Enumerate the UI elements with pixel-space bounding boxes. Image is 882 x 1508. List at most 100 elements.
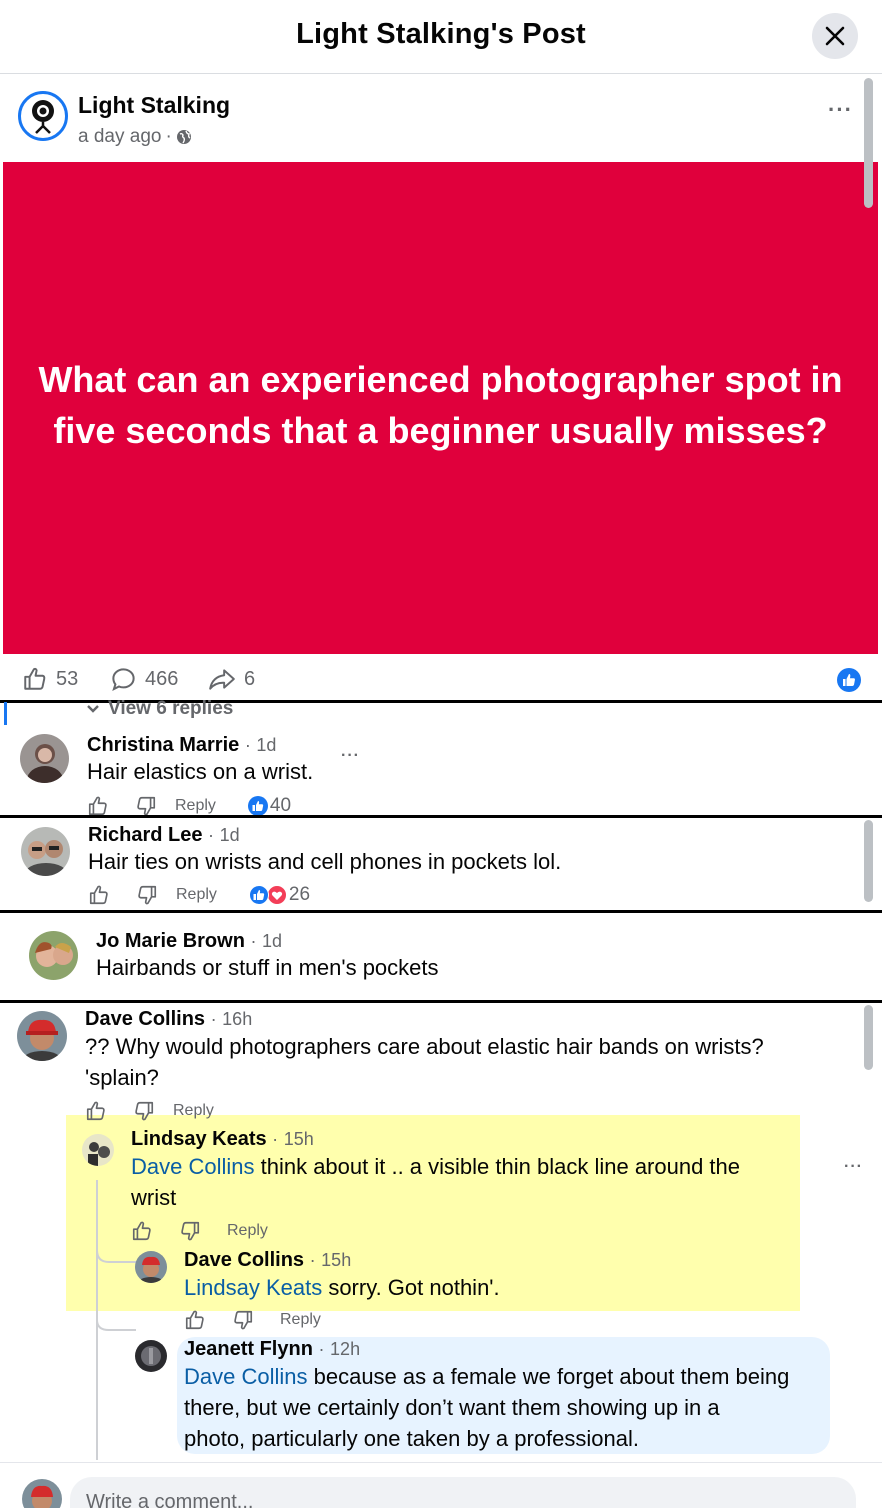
mention-link[interactable]: Dave Collins <box>184 1364 308 1389</box>
comment-time[interactable]: 1d <box>220 825 240 845</box>
reply-button[interactable]: Reply <box>175 797 216 815</box>
comment-text: Hair elastics on a wrist. <box>87 759 314 784</box>
dislike-icon[interactable] <box>136 884 158 906</box>
dislike-icon[interactable] <box>179 1220 201 1242</box>
comment-time[interactable]: 15h <box>284 1129 314 1149</box>
like-icon[interactable] <box>131 1220 153 1242</box>
avatar[interactable] <box>29 931 78 980</box>
comment-composer: Write a comment... <box>0 1462 882 1508</box>
dislike-icon[interactable] <box>135 795 157 815</box>
avatar[interactable] <box>17 1011 67 1061</box>
avatar[interactable] <box>135 1251 167 1283</box>
separator-dot: · <box>244 735 251 755</box>
comment-author-name[interactable]: Jeanett Flynn <box>184 1338 313 1360</box>
comment-text-line: there, but we certainly don’t want them … <box>184 1395 720 1420</box>
like-stat[interactable]: 53 <box>22 666 78 692</box>
comment-time[interactable]: 1d <box>262 931 282 951</box>
comment-author: Lindsay Keats · 15h <box>131 1128 314 1151</box>
comment-stat[interactable]: 466 <box>110 666 178 693</box>
comment-text: Lindsay Keats sorry. Got nothin'. <box>184 1272 500 1303</box>
comment-more-options-button[interactable]: ··· <box>341 747 360 765</box>
post-stats-bar: 53 466 6 <box>0 656 882 701</box>
view-replies-button[interactable]: View 6 replies <box>86 698 233 720</box>
comment-text-part: sorry. Got nothin'. <box>322 1275 500 1300</box>
scrollbar-thumb[interactable] <box>864 78 873 208</box>
comment-author-name[interactable]: Jo Marie Brown <box>96 930 245 952</box>
share-stat[interactable]: 6 <box>208 666 255 692</box>
comment-time[interactable]: 1d <box>256 735 276 755</box>
comment-text-line: Dave Collins think about it .. a visible… <box>131 1151 740 1182</box>
post-time-text[interactable]: a day ago <box>78 126 161 148</box>
scrollbar-thumb[interactable] <box>864 1005 873 1070</box>
avatar[interactable] <box>135 1340 167 1372</box>
comment-input[interactable]: Write a comment... <box>70 1477 856 1508</box>
avatar-image-icon <box>20 734 69 783</box>
like-icon[interactable] <box>87 795 109 815</box>
comment-item: Christina Marrie · 1d Hair elastics on a… <box>0 725 882 815</box>
comment-author: Richard Lee · 1d <box>88 824 240 847</box>
like-reaction-badge[interactable] <box>837 668 861 692</box>
mention-link[interactable]: Dave Collins <box>131 1154 255 1179</box>
comment-text-line: 'splain? <box>85 1065 159 1090</box>
reply-button[interactable]: Reply <box>227 1222 268 1240</box>
like-icon[interactable] <box>184 1309 206 1331</box>
comment-time[interactable]: 16h <box>222 1009 252 1029</box>
comment-author-name[interactable]: Richard Lee <box>88 824 202 846</box>
comment-text-part: think about it .. a visible thin black l… <box>254 1154 741 1179</box>
avatar[interactable] <box>22 1479 62 1508</box>
comment-actions: Reply <box>85 1100 214 1122</box>
comment-item: Jo Marie Brown · 1d Hairbands or stuff i… <box>0 913 882 1000</box>
like-love-reaction-icon <box>248 885 287 905</box>
mention-link[interactable]: Lindsay Keats <box>184 1275 322 1300</box>
comment-author-name[interactable]: Dave Collins <box>184 1249 304 1271</box>
reply-button[interactable]: Reply <box>176 886 217 904</box>
comment-text: Hair ties on wrists and cell phones in p… <box>88 849 562 874</box>
avatar-image-icon <box>135 1340 167 1372</box>
reply-button[interactable]: Reply <box>173 1102 214 1120</box>
like-icon[interactable] <box>85 1100 107 1122</box>
post-header: Light Stalking a day ago · ··· <box>0 75 860 162</box>
comment-text: Dave Collins because as a female we forg… <box>184 1361 789 1454</box>
comment-time[interactable]: 12h <box>330 1339 360 1359</box>
avatar[interactable] <box>82 1134 114 1166</box>
comment-author-name[interactable]: Christina Marrie <box>87 734 239 756</box>
like-reaction-icon <box>247 796 268 815</box>
reaction-count[interactable]: 26 <box>248 884 310 906</box>
comment-author: Dave Collins · 15h <box>184 1249 351 1272</box>
page-avatar[interactable] <box>18 91 68 141</box>
chevron-down-icon <box>87 705 99 713</box>
separator-dot: · <box>318 1339 325 1359</box>
comment-time[interactable]: 15h <box>321 1250 351 1270</box>
comment-text: Hairbands or stuff in men's pockets <box>96 955 439 980</box>
comment-author-name[interactable]: Lindsay Keats <box>131 1128 267 1150</box>
avatar[interactable] <box>21 827 70 876</box>
avatar[interactable] <box>20 734 69 783</box>
post-banner-image[interactable]: What can an experienced photographer spo… <box>3 162 878 654</box>
thread-connector <box>96 1240 136 1331</box>
separator-dot: · <box>272 1129 279 1149</box>
reply-button[interactable]: Reply <box>280 1311 321 1329</box>
comment-actions: Reply <box>131 1220 268 1242</box>
separator-dot: · <box>165 126 172 147</box>
avatar-image-icon <box>17 1011 67 1061</box>
post-timestamp: a day ago · <box>78 126 192 148</box>
reaction-count[interactable]: 40 <box>247 795 291 815</box>
globe-icon <box>176 130 191 144</box>
dislike-icon[interactable] <box>232 1309 254 1331</box>
dislike-icon[interactable] <box>133 1100 155 1122</box>
comment-text-line: Dave Collins because as a female we forg… <box>184 1361 789 1392</box>
comment-more-options-button[interactable]: ··· <box>844 1158 863 1176</box>
like-icon[interactable] <box>88 884 110 906</box>
scrollbar-thumb[interactable] <box>864 820 873 902</box>
comment-icon <box>112 668 135 692</box>
comment-author: Jo Marie Brown · 1d <box>96 930 282 953</box>
comment-count: 466 <box>145 668 179 690</box>
post-author[interactable]: Light Stalking <box>78 92 230 119</box>
comment-text-line: ?? Why would photographers care about el… <box>85 1034 764 1059</box>
avatar-image-icon <box>22 1479 62 1508</box>
close-button[interactable] <box>812 13 858 59</box>
post-more-options-button[interactable]: ··· <box>828 97 853 123</box>
comment-author-name[interactable]: Dave Collins <box>85 1008 205 1030</box>
comment-author: Christina Marrie · 1d <box>87 734 276 757</box>
share-count: 6 <box>244 667 256 690</box>
